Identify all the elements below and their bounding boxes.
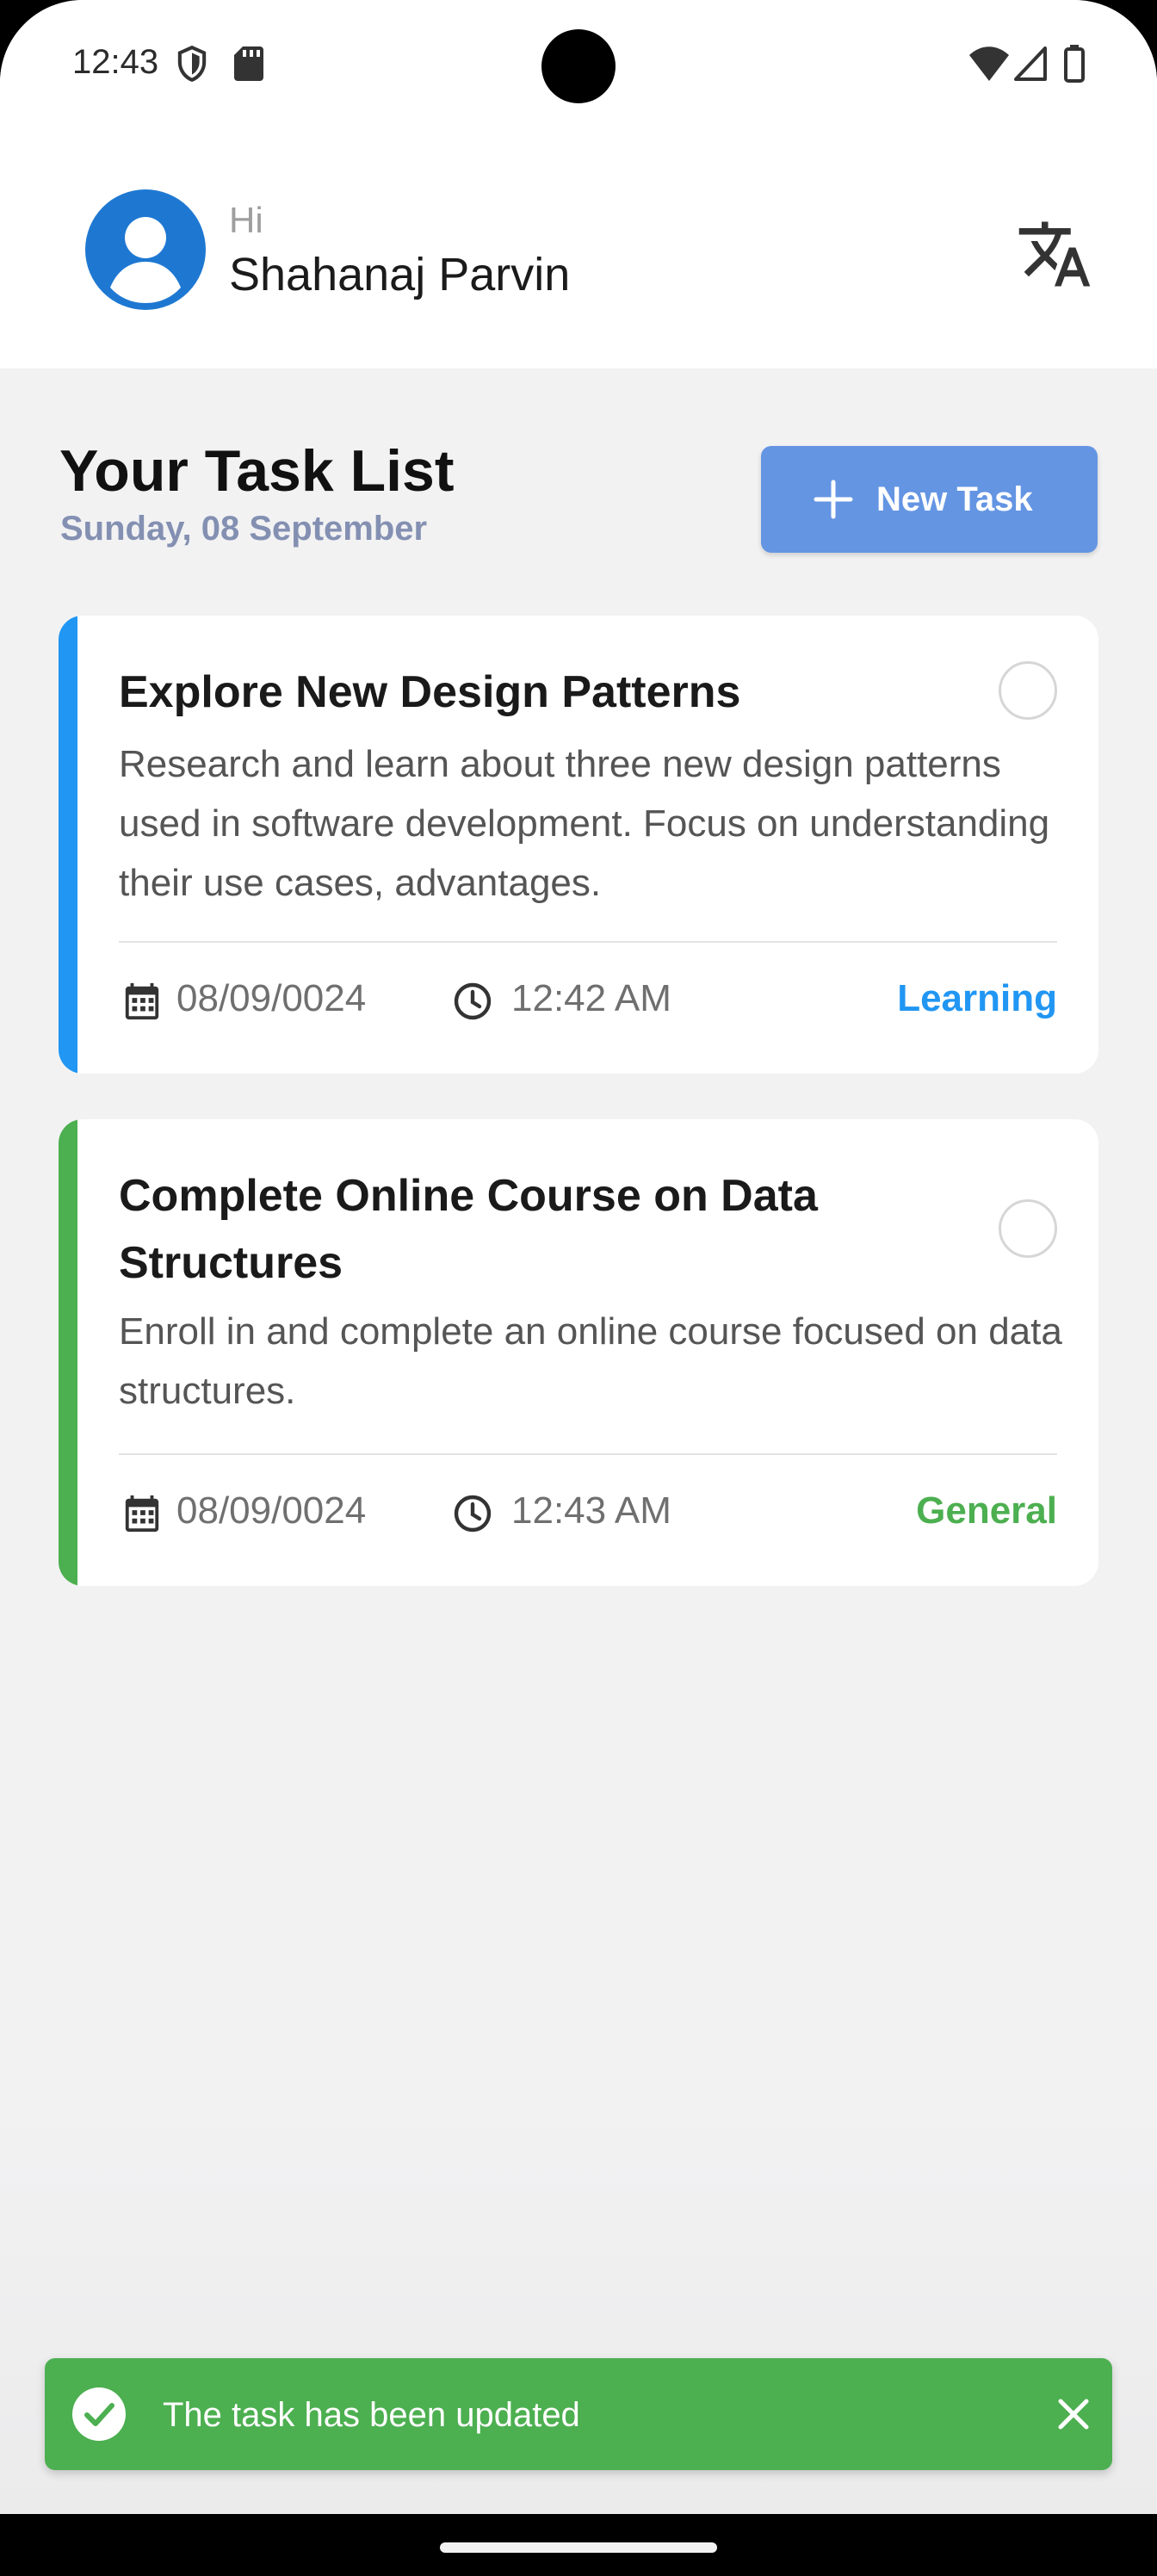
snackbar: The task has been updated xyxy=(45,2358,1112,2470)
category-stripe xyxy=(59,1119,77,1586)
app-header: Hi Shahanaj Parvin xyxy=(0,129,1157,368)
calendar-icon xyxy=(125,1495,159,1533)
battery-icon xyxy=(1064,45,1085,83)
calendar-icon xyxy=(125,982,159,1020)
greeting-text: Hi xyxy=(229,200,263,240)
signal-icon xyxy=(1014,46,1047,81)
check-circle-icon xyxy=(72,2387,126,2441)
status-bar: 12:43 xyxy=(0,0,1157,129)
user-name: Shahanaj Parvin xyxy=(229,249,571,300)
page-date: Sunday, 08 September xyxy=(60,510,428,548)
plus-icon xyxy=(814,480,853,519)
sd-card-icon xyxy=(234,46,263,81)
task-time: 12:42 AM xyxy=(511,977,671,1019)
category-stripe xyxy=(59,616,77,1074)
card-divider xyxy=(119,1453,1057,1455)
clock-icon xyxy=(454,982,492,1020)
task-description: Enroll in and complete an online course … xyxy=(119,1310,1062,1412)
task-title: Explore New Design Patterns xyxy=(119,667,741,717)
clock-icon xyxy=(454,1495,492,1533)
translate-icon[interactable] xyxy=(1016,215,1093,293)
task-category: General xyxy=(916,1489,1057,1532)
new-task-label: New Task xyxy=(876,480,1033,518)
status-time: 12:43 xyxy=(72,43,159,81)
shield-icon xyxy=(177,45,207,83)
close-icon[interactable] xyxy=(1043,2384,1104,2444)
page-title: Your Task List xyxy=(59,438,455,504)
new-task-button[interactable]: New Task xyxy=(761,446,1098,553)
task-complete-checkbox[interactable] xyxy=(999,1199,1057,1258)
account-circle-icon[interactable] xyxy=(85,189,206,310)
task-category: Learning xyxy=(897,977,1057,1019)
home-indicator[interactable] xyxy=(440,2542,717,2553)
task-description: Research and learn about three new desig… xyxy=(119,743,1050,904)
camera-cutout xyxy=(541,29,616,103)
app-screen: 12:43 Hi Shahanaj Parvin Your Task List … xyxy=(0,0,1157,2514)
task-date: 08/09/0024 xyxy=(176,977,367,1019)
wifi-icon xyxy=(969,46,1009,81)
snackbar-message: The task has been updated xyxy=(163,2396,580,2434)
task-card[interactable]: Complete Online Course on Data Structure… xyxy=(59,1119,1098,1586)
task-title: Complete Online Course on Data Structure… xyxy=(119,1171,818,1288)
task-card[interactable]: Explore New Design Patterns Research and… xyxy=(59,616,1098,1074)
task-complete-checkbox[interactable] xyxy=(999,661,1057,720)
task-time: 12:43 AM xyxy=(511,1489,671,1532)
card-divider xyxy=(119,941,1057,943)
task-date: 08/09/0024 xyxy=(176,1489,367,1532)
